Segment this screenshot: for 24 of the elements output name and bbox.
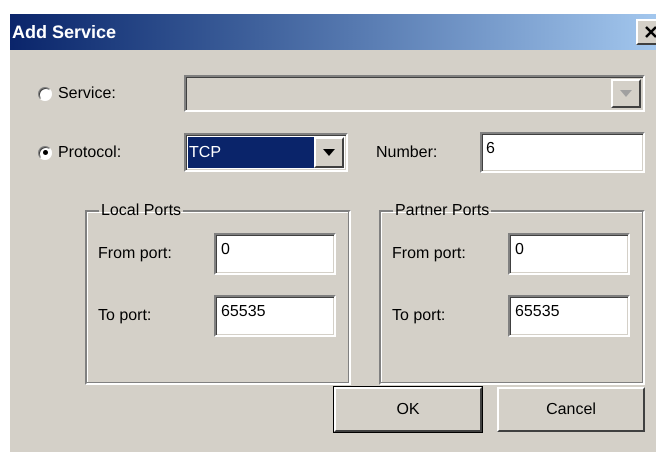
- caret-down-icon: [323, 149, 335, 156]
- window-title: Add Service: [12, 20, 116, 44]
- field-label: To port:: [98, 306, 152, 326]
- dropdown[interactable]: TCP: [184, 133, 348, 172]
- field-label: From port:: [98, 244, 173, 264]
- number-label: Number:: [376, 142, 438, 162]
- group-title: Local Ports: [100, 201, 182, 221]
- group-title: Partner Ports: [394, 201, 490, 221]
- port-field[interactable]: 0: [214, 233, 336, 275]
- port-field[interactable]: 65535: [214, 295, 336, 337]
- dialog-button[interactable]: OK: [334, 387, 482, 432]
- caret-down-icon: [620, 90, 632, 97]
- dialog-button[interactable]: Cancel: [497, 387, 645, 432]
- port-field[interactable]: 65535: [508, 295, 630, 337]
- port-field[interactable]: 0: [508, 233, 630, 275]
- dropdown-value: TCP: [188, 137, 314, 168]
- number-field[interactable]: 6: [480, 132, 645, 173]
- dropdown-arrow-button[interactable]: [314, 137, 344, 168]
- field-label: To port:: [392, 306, 446, 326]
- close-icon: [644, 25, 656, 39]
- choice-label: Service:: [58, 84, 116, 104]
- choice-label: Protocol:: [58, 142, 122, 162]
- field-label: From port:: [392, 244, 467, 264]
- radio-button[interactable]: [38, 146, 52, 160]
